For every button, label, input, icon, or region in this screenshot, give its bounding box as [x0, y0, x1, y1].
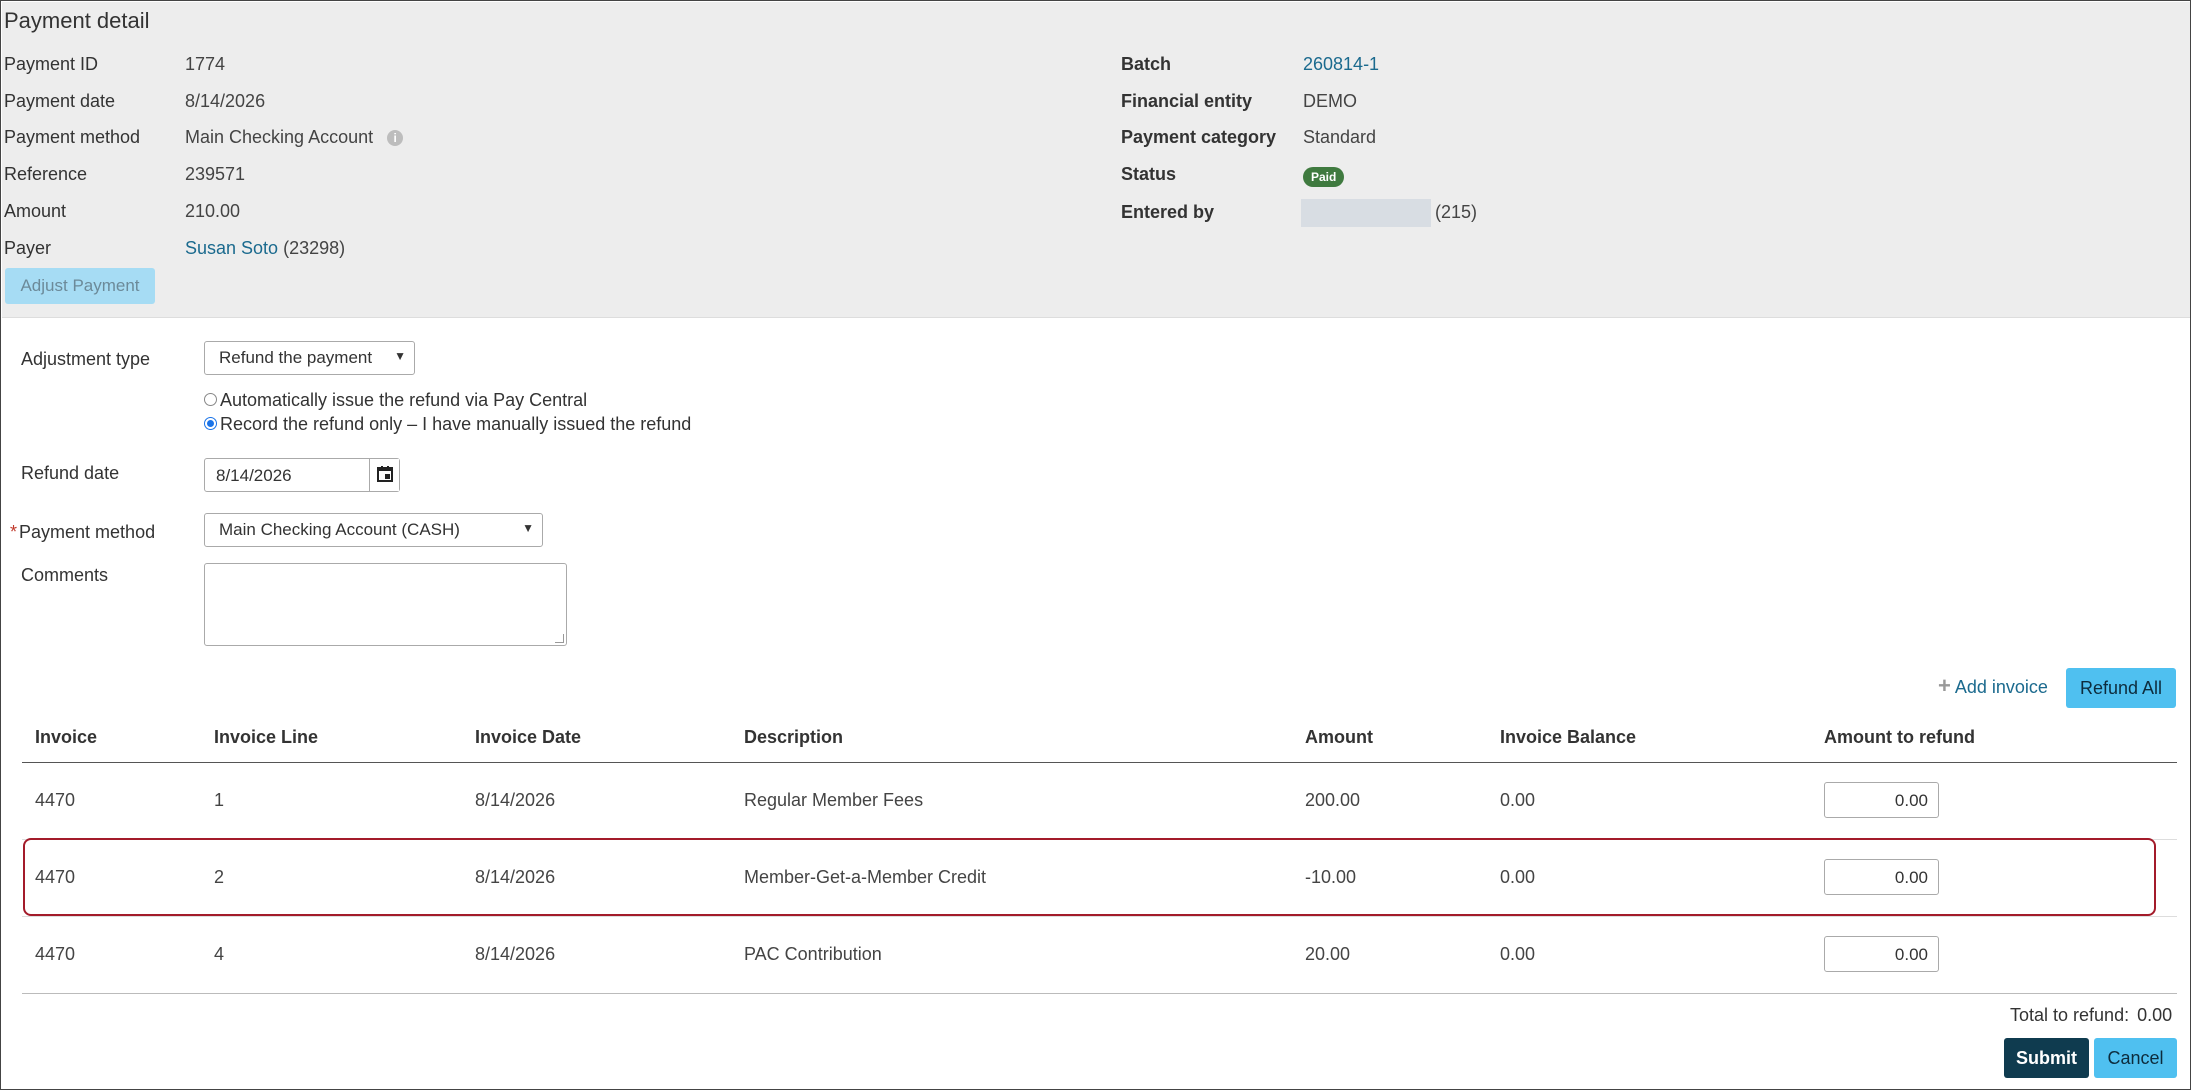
invoice-amount: 20.00	[1305, 944, 1351, 964]
invoice-description: PAC Contribution	[744, 944, 882, 964]
payment-date-value: 8/14/2026	[185, 91, 266, 111]
invoice-balance: 0.00	[1500, 790, 1536, 810]
total-to-refund: Total to refund: 0.00	[2010, 1005, 2172, 1026]
radio-auto-refund[interactable]	[204, 393, 217, 406]
refund-date-value: 8/14/2026	[216, 466, 292, 485]
entered-by-id: (215)	[1435, 201, 1478, 222]
payer-link[interactable]: Susan Soto	[185, 238, 278, 258]
payment-date-label: Payment date	[4, 91, 116, 111]
amount-label: Amount	[4, 201, 67, 221]
invoice-description: Regular Member Fees	[744, 790, 924, 810]
adjustment-type-label: Adjustment type	[21, 349, 151, 369]
reference-value: 239571	[185, 164, 246, 184]
payer-label: Payer	[4, 238, 52, 258]
info-icon[interactable]: i	[387, 130, 404, 147]
resize-handle[interactable]	[555, 634, 564, 643]
status-badge: Paid	[1303, 167, 1345, 187]
invoice-amount: 200.00	[1305, 790, 1361, 810]
entered-by-value-row: (215)	[1301, 199, 1477, 227]
invoice-line: 4	[214, 944, 225, 964]
page-title: Payment detail	[4, 8, 150, 33]
financial-entity-label: Financial entity	[1121, 91, 1253, 111]
payer-id: (23298)	[283, 238, 346, 258]
add-invoice-link[interactable]: Add invoice	[1955, 677, 2048, 697]
payment-method-value-row: Main Checking Account i	[185, 127, 404, 148]
table-row: 4470 1 8/14/2026 Regular Member Fees 200…	[1, 763, 2190, 839]
adjustment-type-select[interactable]: Refund the payment ▼	[204, 341, 415, 375]
payment-method-select-value: Main Checking Account (CASH)	[219, 520, 460, 539]
redacted-name	[1301, 199, 1431, 227]
column-header-description: Description	[744, 727, 844, 747]
column-header-invoice-balance: Invoice Balance	[1500, 727, 1637, 747]
financial-entity-value: DEMO	[1303, 91, 1357, 111]
table-bottom-divider	[22, 993, 2177, 994]
entered-by-label: Entered by	[1121, 202, 1215, 222]
payment-category-label: Payment category	[1121, 127, 1277, 147]
invoice-link[interactable]: 4470	[35, 944, 75, 965]
batch-link[interactable]: 260814-1	[1303, 54, 1379, 75]
radio-record-only[interactable]	[204, 417, 217, 430]
add-invoice-link-row[interactable]: + Add invoice	[1938, 673, 2048, 699]
reference-label: Reference	[4, 164, 88, 184]
payment-category-value: Standard	[1303, 127, 1377, 147]
chevron-down-icon: ▼	[522, 521, 534, 535]
payment-id-label: Payment ID	[4, 54, 99, 74]
payment-method-select[interactable]: Main Checking Account (CASH) ▼	[204, 513, 543, 547]
highlighted-row-outline	[23, 838, 2156, 916]
total-label: Total to refund:	[2010, 1005, 2130, 1025]
radio-auto-row[interactable]: Automatically issue the refund via Pay C…	[204, 390, 587, 411]
invoice-balance: 0.00	[1500, 944, 1536, 964]
invoice-date: 8/14/2026	[475, 944, 556, 964]
invoice-link[interactable]: 4470	[35, 790, 75, 811]
chevron-down-icon: ▼	[394, 349, 406, 363]
radio-manual-label: Record the refund only – I have manually…	[220, 414, 692, 434]
amount-value: 210.00	[185, 201, 241, 221]
invoice-line: 1	[214, 790, 225, 810]
payment-method-label: Payment method	[4, 127, 141, 147]
status-value-row: Paid	[1303, 165, 1345, 187]
radio-manual-row[interactable]: Record the refund only – I have manually…	[204, 414, 691, 435]
column-header-invoice-line: Invoice Line	[214, 727, 319, 747]
invoice-date: 8/14/2026	[475, 790, 556, 810]
column-header-invoice-date: Invoice Date	[475, 727, 582, 747]
cancel-button[interactable]: Cancel	[2094, 1038, 2177, 1078]
column-header-amount: Amount	[1305, 727, 1373, 747]
plus-icon: +	[1938, 673, 1951, 698]
column-header-amount-to-refund: Amount to refund	[1824, 727, 1975, 747]
submit-button[interactable]: Submit	[2004, 1038, 2089, 1078]
comments-textarea[interactable]	[204, 563, 567, 646]
comments-label: Comments	[21, 565, 109, 585]
payment-detail-window: Payment detail Payment ID 1774 Payment d…	[0, 0, 2191, 1090]
payer-value-row: Susan Soto (23298)	[185, 238, 345, 259]
column-header-invoice: Invoice	[35, 727, 98, 747]
payment-detail-panel: Payment detail Payment ID 1774 Payment d…	[2, 2, 2190, 318]
payment-id-value: 1774	[185, 54, 226, 74]
refund-date-input[interactable]: 8/14/2026	[204, 458, 400, 492]
payment-method-form-label: Payment method	[19, 522, 156, 542]
adjust-payment-button[interactable]: Adjust Payment	[5, 268, 155, 304]
table-row: 4470 4 8/14/2026 PAC Contribution 20.00 …	[1, 917, 2190, 993]
amount-to-refund-input[interactable]: 0.00	[1824, 782, 1939, 818]
refund-date-label: Refund date	[21, 463, 120, 483]
radio-auto-label: Automatically issue the refund via Pay C…	[220, 390, 588, 410]
required-indicator: *	[10, 522, 18, 542]
status-label: Status	[1121, 164, 1177, 184]
calendar-icon[interactable]	[369, 459, 399, 491]
refund-all-button[interactable]: Refund All	[2066, 668, 2176, 708]
batch-label: Batch	[1121, 54, 1172, 74]
total-value: 0.00	[2137, 1005, 2173, 1025]
amount-to-refund-input[interactable]: 0.00	[1824, 936, 1939, 972]
adjustment-type-value: Refund the payment	[219, 348, 373, 367]
payment-method-form-label-row: * Payment method	[10, 522, 155, 543]
payment-method-value: Main Checking Account	[185, 127, 374, 147]
